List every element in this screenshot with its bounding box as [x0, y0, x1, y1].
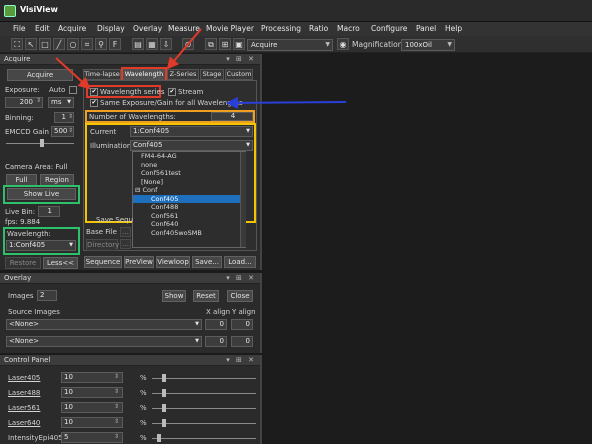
- annotation-arrow-red-wavelength-tab: [166, 28, 202, 70]
- annotation-arrow-red-wavelength-series: [55, 57, 91, 90]
- annotation-arrows: [55, 28, 347, 109]
- annotation-arrow-blue-same-exposure: [226, 96, 347, 109]
